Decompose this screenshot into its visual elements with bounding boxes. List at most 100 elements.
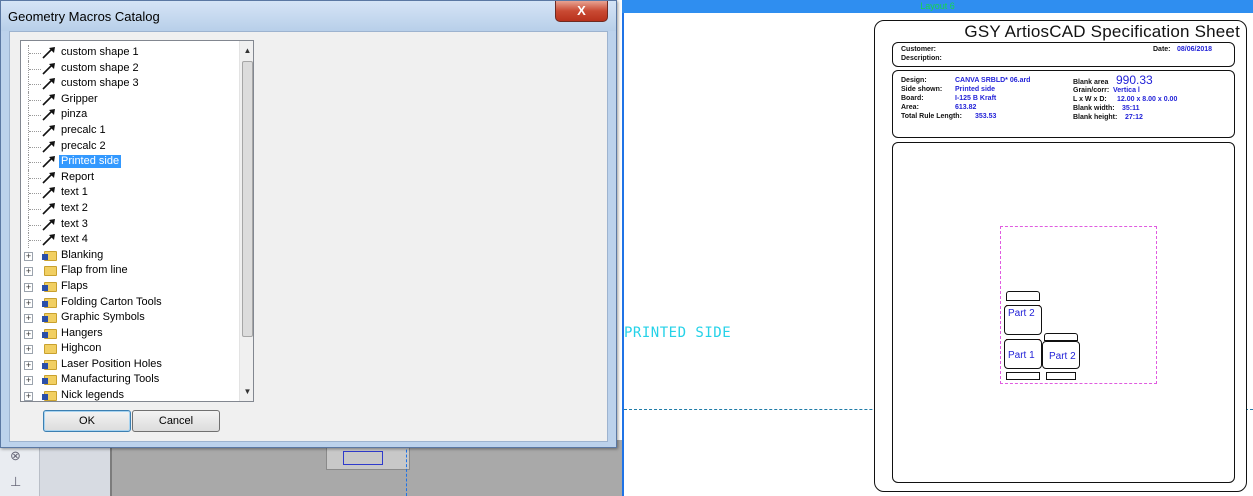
expand-icon[interactable]: + <box>24 345 33 355</box>
tree-item-label: text 1 <box>61 186 88 199</box>
tree-scrollbar[interactable]: ▲ ▼ <box>239 41 253 401</box>
tree-item-macro[interactable]: custom shape 1 <box>21 45 239 61</box>
folder-icon <box>42 328 57 339</box>
layout-tab-bar[interactable]: Layout 6 <box>622 0 1253 13</box>
blank-width-value: 35:11 <box>1122 105 1140 112</box>
tool-icon[interactable]: ⊥ <box>10 474 21 490</box>
macro-icon <box>41 185 57 200</box>
layout-tab-label: Layout 6 <box>920 1 955 11</box>
macro-icon <box>41 61 57 76</box>
tree-item-macro[interactable]: text 1 <box>21 185 239 202</box>
tree-item-macro[interactable]: Gripper <box>21 91 239 108</box>
part-panel[interactable]: Part 2 <box>1042 341 1080 369</box>
tree-item-label: Highcon <box>61 342 102 355</box>
total-rule-value: 353.53 <box>975 113 997 120</box>
folder-icon <box>42 281 57 292</box>
expand-icon[interactable]: + <box>24 329 33 339</box>
tree-item-macro[interactable]: custom shape 2 <box>21 60 239 77</box>
tree-item-label: text 3 <box>61 217 88 230</box>
folder-icon <box>44 344 57 355</box>
tree-item-macro[interactable]: pinza <box>21 107 239 124</box>
macro-icon <box>41 232 57 247</box>
macro-icon <box>41 107 57 122</box>
blank-height-value: 27:12 <box>1125 114 1143 121</box>
scroll-thumb[interactable] <box>242 61 253 337</box>
tree-item-macro[interactable]: text 3 <box>21 216 239 233</box>
folder-icon <box>42 313 57 324</box>
expand-icon[interactable]: + <box>24 282 33 292</box>
cancel-button[interactable]: Cancel <box>132 410 220 432</box>
tree-item-folder[interactable]: + Graphic Symbols <box>21 310 239 326</box>
lwd-value: 12.00 x 8.00 x 0.00 <box>1117 96 1178 103</box>
tree-item-label: text 4 <box>61 233 88 246</box>
thumbnail-outline <box>343 451 383 465</box>
design-info-box: Design: CANVA SRBLD* 06.ard Side shown: … <box>892 70 1235 138</box>
expand-icon[interactable]: + <box>24 360 33 370</box>
tree-item-label: Blanking <box>61 248 104 261</box>
part-panel[interactable]: Part 2 <box>1004 305 1042 335</box>
expand-icon[interactable]: + <box>24 376 33 386</box>
macro-tree[interactable]: custom shape 1 custom shape 2 custom shape… <box>20 40 254 402</box>
part-flap <box>1044 333 1078 341</box>
scroll-up-icon[interactable]: ▲ <box>240 43 253 58</box>
tree-item-folder[interactable]: + Flaps <box>21 279 239 295</box>
folder-icon <box>42 359 57 370</box>
tree-item-folder[interactable]: + Hangers <box>21 326 239 342</box>
tree-item-folder[interactable]: + Highcon <box>21 341 239 357</box>
part-flap <box>1006 372 1040 380</box>
total-rule-label: Total Rule Length: <box>901 113 962 120</box>
tree-item-macro[interactable]: Report <box>21 169 239 186</box>
blank-area-value: 990.33 <box>1116 73 1153 87</box>
ok-button[interactable]: OK <box>43 410 131 432</box>
expand-icon[interactable]: + <box>24 267 33 277</box>
expand-icon[interactable]: + <box>24 392 33 401</box>
screen: ⊗ ⊥ Layout 6 PRINTED SIDE GSY ArtiosCAD … <box>0 0 1253 496</box>
expand-icon[interactable]: + <box>24 314 33 324</box>
customer-label: Customer: <box>901 46 937 53</box>
macro-icon <box>41 201 57 216</box>
expand-icon[interactable]: + <box>24 251 33 261</box>
macro-icon <box>41 139 57 154</box>
part-flap <box>1046 372 1076 380</box>
geometry-macros-dialog[interactable]: Geometry Macros Catalog X custom shape 1… <box>0 0 617 448</box>
part-label: Part 2 <box>1008 308 1035 319</box>
tool-icon[interactable]: ⊗ <box>10 448 21 464</box>
drawing-area[interactable]: Part 2 Part 1 Part 2 <box>892 142 1235 483</box>
tree-item-folder[interactable]: + Laser Position Holes <box>21 357 239 373</box>
tree-item-folder[interactable]: + Flap from line <box>21 263 239 279</box>
scroll-down-icon[interactable]: ▼ <box>240 384 253 399</box>
tree-item-folder[interactable]: + Blanking <box>21 248 239 264</box>
dialog-body: custom shape 1 custom shape 2 custom shape… <box>9 31 608 442</box>
tree-item-macro[interactable]: precalc 1 <box>21 122 239 139</box>
printed-side-text[interactable]: PRINTED SIDE <box>624 325 731 341</box>
tree-item-folder[interactable]: + Manufacturing Tools <box>21 372 239 388</box>
spec-sheet[interactable]: GSY ArtiosCAD Specification Sheet Custom… <box>874 20 1247 492</box>
tree-item-macro[interactable]: custom shape 3 <box>21 76 239 93</box>
tree-item-label: custom shape 2 <box>61 61 139 74</box>
tree-item-macro[interactable]: Printed side <box>21 154 239 171</box>
tree-item-macro[interactable]: text 2 <box>21 200 239 217</box>
area-label: Area: <box>901 104 919 111</box>
close-button[interactable]: X <box>555 1 608 22</box>
tree-guide-line <box>29 240 41 242</box>
design-value: CANVA SRBLD* 06.ard <box>955 77 1031 84</box>
tree-guide-line <box>29 193 41 195</box>
tree-item-label: Folding Carton Tools <box>61 295 162 308</box>
tree-item-label: Manufacturing Tools <box>61 373 160 386</box>
expand-icon[interactable]: + <box>24 298 33 308</box>
macro-icon <box>41 170 57 185</box>
close-icon: X <box>577 3 586 18</box>
tree-item-macro[interactable]: text 4 <box>21 232 239 249</box>
part-panel[interactable]: Part 1 <box>1004 339 1042 369</box>
tree-guide-line <box>29 146 41 148</box>
tree-item-label: precalc 2 <box>61 139 106 152</box>
folder-icon <box>42 250 57 261</box>
tree-item-folder[interactable]: + Folding Carton Tools <box>21 295 239 311</box>
tree-item-label: Hangers <box>61 326 103 339</box>
dialog-titlebar[interactable]: Geometry Macros Catalog X <box>1 1 616 31</box>
blank-height-label: Blank height: <box>1073 114 1118 121</box>
tree-item-folder[interactable]: + Nick legends <box>21 388 239 401</box>
date-value: 08/06/2018 <box>1177 46 1213 53</box>
tree-item-macro[interactable]: precalc 2 <box>21 138 239 155</box>
spec-sheet-title: GSY ArtiosCAD Specification Sheet <box>964 22 1240 41</box>
